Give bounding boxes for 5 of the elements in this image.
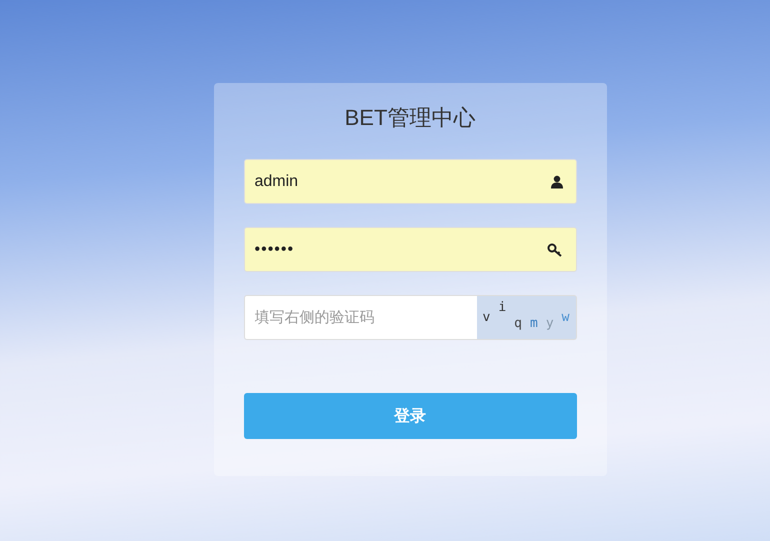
username-field[interactable]: admin	[244, 159, 576, 204]
login-title: BET管理中心	[344, 104, 476, 132]
password-field[interactable]: ••••••	[244, 227, 576, 272]
user-icon	[550, 175, 562, 188]
key-icon	[546, 242, 562, 256]
